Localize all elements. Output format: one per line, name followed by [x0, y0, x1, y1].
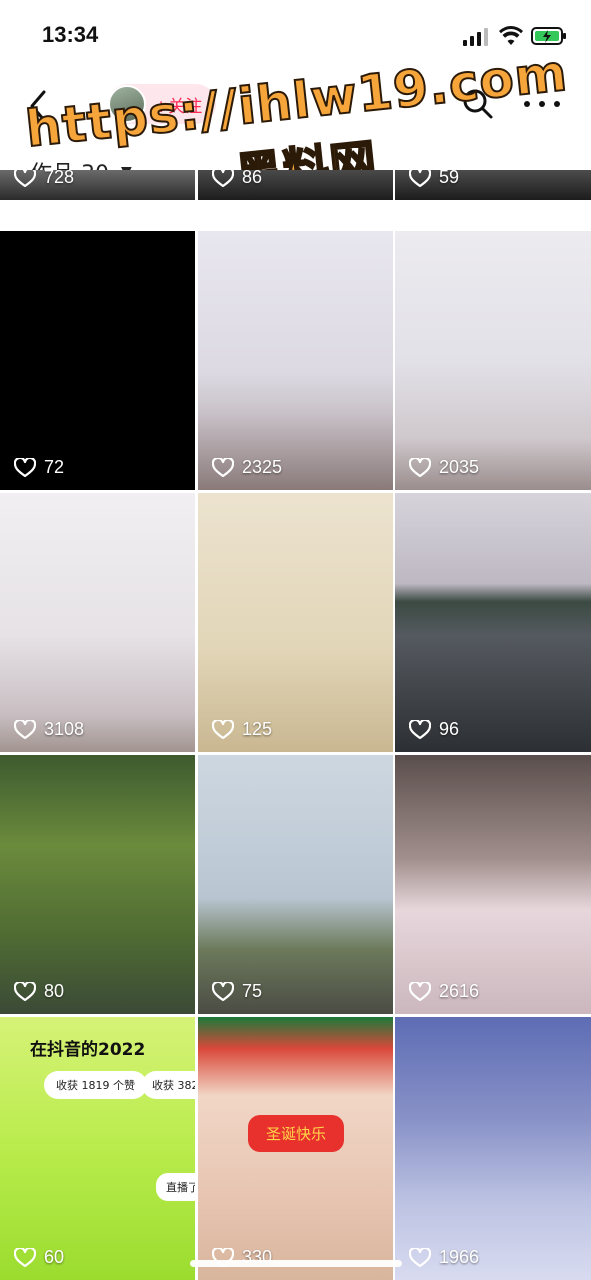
cellular-signal-icon: [463, 28, 488, 46]
status-bar: 13:34: [0, 0, 591, 70]
mask-text: 圣诞快乐: [248, 1115, 344, 1152]
recap-stat-other: 收获 3826: [142, 1071, 195, 1099]
like-count: 2616: [409, 981, 479, 1002]
video-thumbnail[interactable]: 96: [395, 493, 591, 752]
video-thumbnail[interactable]: 2035: [395, 231, 591, 490]
like-count: 125: [212, 719, 272, 740]
like-count-value: 59: [439, 170, 460, 187]
follow-button[interactable]: +关注: [154, 92, 202, 117]
like-count: 3108: [14, 719, 84, 740]
video-thumbnail[interactable]: 75: [198, 755, 393, 1014]
video-thumbnail[interactable]: 3108: [0, 493, 195, 752]
more-dot-icon: [554, 101, 560, 107]
video-thumbnail[interactable]: 2325: [198, 231, 393, 490]
heart-icon: [409, 457, 431, 477]
video-thumbnail[interactable]: 60 在抖音的2022 收获 1819 个赞收获 3826 直播了: [0, 1017, 195, 1280]
like-count-value: 2616: [439, 981, 480, 1001]
like-count-value: 75: [242, 981, 263, 1001]
heart-icon: [409, 981, 431, 1001]
heart-icon: [409, 719, 431, 739]
recap-live-badge: 直播了: [156, 1173, 195, 1201]
battery-icon: [531, 27, 566, 45]
like-count: 80: [14, 981, 64, 1002]
search-button[interactable]: [462, 88, 494, 120]
heart-icon: [14, 981, 36, 1001]
heart-icon: [409, 170, 431, 187]
heart-icon: [14, 719, 36, 739]
video-thumbnail[interactable]: 125: [198, 493, 393, 752]
like-count-value: 2035: [439, 457, 480, 477]
recap-stat-likes: 收获 1819 个赞: [44, 1071, 147, 1099]
more-options-button[interactable]: [524, 92, 560, 116]
wifi-icon: [499, 26, 523, 45]
video-thumbnail[interactable]: 330 圣诞快乐: [198, 1017, 393, 1280]
heart-icon: [212, 457, 234, 477]
like-count: 75: [212, 981, 262, 1002]
avatar[interactable]: [108, 85, 146, 123]
video-thumbnail[interactable]: 2616: [395, 755, 591, 1014]
heart-icon: [14, 457, 36, 477]
home-indicator: [190, 1260, 402, 1267]
video-thumbnail[interactable]: 86: [198, 170, 393, 200]
heart-icon: [14, 1247, 36, 1267]
chevron-left-icon: [30, 90, 46, 122]
heart-icon: [212, 981, 234, 1001]
like-count-value: 1966: [439, 1247, 480, 1267]
like-count: 59: [409, 170, 459, 188]
like-count-value: 60: [44, 1247, 65, 1267]
video-thumbnail[interactable]: 72: [0, 231, 195, 490]
like-count-value: 96: [439, 719, 460, 739]
search-icon: [463, 89, 493, 119]
like-count-value: 728: [44, 170, 75, 187]
follow-chip[interactable]: +关注: [108, 84, 217, 124]
like-count-value: 125: [242, 719, 273, 739]
heart-icon: [409, 1247, 431, 1267]
like-count-value: 86: [242, 170, 263, 187]
video-grid: 728 86 59 72 2325 2035 3108 125 96 80 75 2616 60 在抖音的…: [0, 170, 591, 1280]
status-time: 13:34: [42, 22, 99, 47]
heart-icon: [14, 170, 36, 187]
video-thumbnail[interactable]: 59: [395, 170, 591, 200]
like-count: 1966: [409, 1247, 479, 1268]
more-dot-icon: [539, 101, 545, 107]
heart-icon: [212, 719, 234, 739]
like-count: 86: [212, 170, 262, 188]
like-count: 2325: [212, 457, 282, 478]
like-count-value: 72: [44, 457, 65, 477]
like-count: 2035: [409, 457, 479, 478]
like-count: 60: [14, 1247, 64, 1268]
recap-title: 在抖音的2022: [30, 1040, 146, 1060]
video-thumbnail[interactable]: 80: [0, 755, 195, 1014]
like-count-value: 3108: [44, 719, 85, 739]
back-button[interactable]: [20, 86, 56, 126]
video-thumbnail[interactable]: 728: [0, 170, 195, 200]
like-count: 72: [14, 457, 64, 478]
like-count: 728: [14, 170, 74, 188]
like-count-value: 2325: [242, 457, 283, 477]
heart-icon: [212, 170, 234, 187]
like-count-value: 80: [44, 981, 65, 1001]
like-count: 96: [409, 719, 459, 740]
more-dot-icon: [524, 101, 530, 107]
video-thumbnail[interactable]: 1966: [395, 1017, 591, 1280]
